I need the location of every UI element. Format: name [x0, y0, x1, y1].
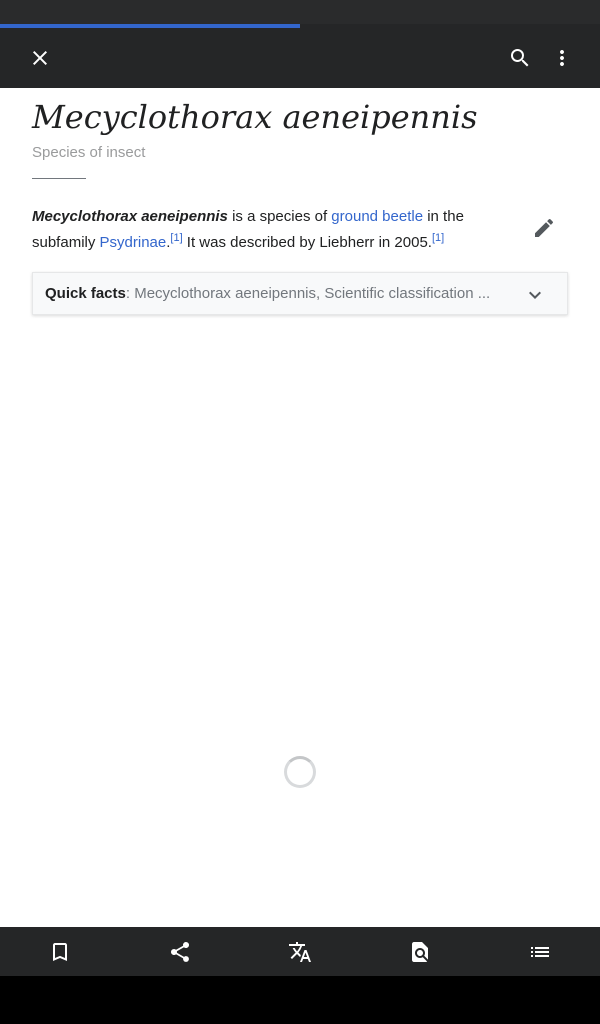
reference-link[interactable]: [1]: [432, 232, 444, 244]
lead-paragraph: Mecyclothorax aeneipennis is a species o…: [32, 204, 500, 256]
quick-facts-summary: Mecyclothorax aeneipennis, Scientific cl…: [134, 285, 491, 302]
reference-link[interactable]: [1]: [170, 232, 182, 244]
lead-text: It was described by Liebherr in 2005.: [182, 234, 432, 251]
link-ground-beetle[interactable]: ground beetle: [331, 208, 423, 225]
quick-facts-text: Quick facts: Mecyclothorax aeneipennis, …: [45, 285, 519, 302]
loading-spinner: [284, 756, 316, 788]
chevron-down-icon: [523, 283, 547, 307]
find-in-page-icon: [412, 941, 428, 962]
share-button[interactable]: [150, 927, 210, 976]
title-divider: [32, 178, 86, 179]
bookmark-button[interactable]: [30, 927, 90, 976]
translate-icon: [289, 941, 311, 962]
page-description: Species of insect: [32, 144, 146, 161]
quick-facts-label: Quick facts: [45, 285, 126, 302]
lead-text: is a species of: [227, 208, 332, 225]
bottom-toolbar: [0, 927, 600, 976]
pencil-icon: [535, 218, 554, 237]
search-icon: [511, 49, 529, 67]
article-content: Mecyclothorax aeneipennis Species of ins…: [0, 88, 600, 927]
page-title: Mecyclothorax aeneipennis: [32, 98, 478, 136]
article-subject: Mecyclothorax aeneipennis: [32, 208, 228, 225]
system-navigation-area: [0, 976, 600, 1024]
bookmark-icon: [53, 942, 67, 961]
link-psydrinae[interactable]: Psydrinae: [100, 234, 167, 251]
search-button[interactable]: [496, 34, 544, 82]
quick-facts-separator: :: [125, 285, 135, 302]
language-button[interactable]: [270, 927, 330, 976]
quick-facts-box[interactable]: Quick facts: Mecyclothorax aeneipennis, …: [32, 272, 568, 315]
close-icon: [33, 51, 47, 65]
share-icon: [170, 941, 190, 962]
find-in-page-button[interactable]: [390, 927, 450, 976]
status-bar: [0, 0, 600, 24]
top-toolbar: [0, 28, 600, 88]
more-vert-icon: [560, 50, 564, 66]
contents-button[interactable]: [510, 927, 570, 976]
overflow-menu-button[interactable]: [538, 34, 586, 82]
edit-section-button[interactable]: [524, 204, 564, 252]
contents-icon: [531, 946, 549, 957]
close-button[interactable]: [16, 34, 64, 82]
